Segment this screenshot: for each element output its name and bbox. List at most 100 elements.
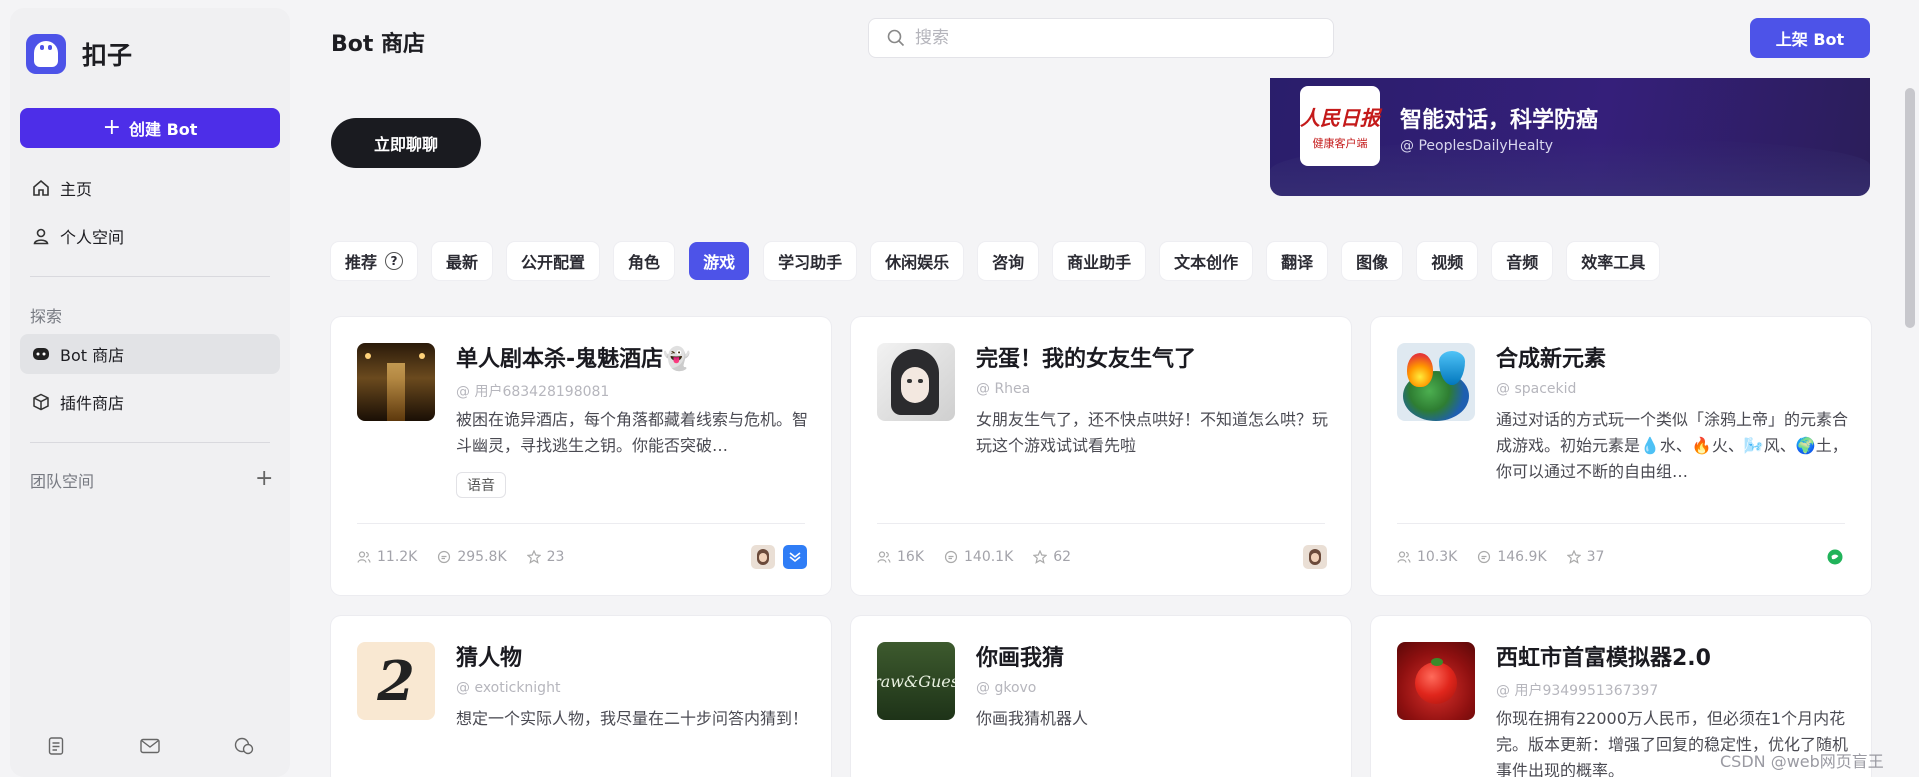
divider bbox=[1397, 523, 1845, 524]
chat-icon bbox=[944, 550, 958, 564]
tab-productivity[interactable]: 效率工具 bbox=[1567, 242, 1660, 280]
voice-tag: 语音 bbox=[456, 472, 506, 498]
banner-handle: @ PeoplesDailyHealty bbox=[1400, 138, 1554, 154]
bot-avatar bbox=[357, 343, 435, 421]
bot-channel-icons bbox=[1823, 545, 1847, 569]
tab-games[interactable]: 游戏 bbox=[689, 242, 750, 280]
stars-stat: 37 bbox=[1566, 549, 1604, 565]
bot-card[interactable]: 2 猜人物 @ exoticknight 想定一个实际人物，我尽量在二十步问答内… bbox=[331, 616, 831, 777]
bot-stats: 11.2K 295.8K 23 bbox=[357, 549, 564, 565]
scrollbar-thumb[interactable] bbox=[1905, 88, 1915, 328]
bot-title: 猜人物 bbox=[456, 646, 523, 671]
watermark: CSDN @web网页盲王 bbox=[1720, 752, 1884, 771]
coze-logo-icon bbox=[26, 34, 66, 74]
bot-author: @ exoticknight bbox=[456, 680, 561, 696]
star-icon bbox=[1566, 550, 1581, 564]
bot-description: 想定一个实际人物，我尽量在二十步问答内猜到！ bbox=[456, 709, 809, 728]
user-icon bbox=[33, 228, 49, 245]
bot-description: 通过对话的方式玩一个类似「涂鸦上帝」的元素合成游戏。初始元素是💧水、🔥火、🌬️风… bbox=[1496, 410, 1849, 481]
bot-author: @ gkovo bbox=[976, 680, 1037, 696]
page-scrollbar[interactable] bbox=[1900, 0, 1919, 777]
add-team-icon[interactable]: + bbox=[255, 466, 273, 491]
chats-stat: 146.9K bbox=[1477, 549, 1547, 565]
sidebar-item-home[interactable]: 主页 bbox=[20, 168, 280, 208]
tab-writing[interactable]: 文本创作 bbox=[1160, 242, 1253, 280]
logo[interactable]: 扣子 bbox=[26, 34, 132, 74]
users-icon bbox=[357, 551, 371, 563]
plus-icon: + bbox=[102, 115, 121, 140]
cube-icon bbox=[33, 393, 49, 411]
sidebar: 扣子 + 创建 Bot 主页 个人空间 探索 Bot 商店 插件商店 团队空间 … bbox=[10, 8, 290, 777]
sidebar-item-label: 个人空间 bbox=[60, 228, 125, 247]
search-box[interactable] bbox=[868, 18, 1334, 58]
users-stat: 11.2K bbox=[357, 549, 417, 565]
chats-stat: 140.1K bbox=[944, 549, 1013, 565]
divider bbox=[30, 442, 270, 443]
sidebar-item-label: 主页 bbox=[60, 180, 93, 199]
bot-stats: 10.3K 146.9K 37 bbox=[1397, 549, 1604, 565]
bot-author: @ 用户683428198081 bbox=[456, 384, 610, 400]
tab-business[interactable]: 商业助手 bbox=[1053, 242, 1146, 280]
bot-avatar bbox=[1397, 642, 1475, 720]
bot-author: @ Rhea bbox=[976, 381, 1031, 397]
tab-public-config[interactable]: 公开配置 bbox=[507, 242, 600, 280]
stars-stat: 23 bbox=[526, 549, 564, 565]
sidebar-item-label: 插件商店 bbox=[60, 394, 125, 413]
bot-title: 完蛋！我的女友生气了 bbox=[976, 347, 1197, 372]
bot-description: 女朋友生气了，还不快点哄好！不知道怎么哄？玩玩这个游戏试试看先啦 bbox=[976, 410, 1329, 455]
tab-translate[interactable]: 翻译 bbox=[1267, 242, 1328, 280]
search-icon bbox=[887, 29, 905, 47]
bot-card[interactable]: 单人剧本杀-鬼魅酒店👻 @ 用户683428198081 被困在诡异酒店，每个角… bbox=[331, 317, 831, 595]
divider bbox=[877, 523, 1325, 524]
tab-latest[interactable]: 最新 bbox=[432, 242, 493, 280]
sidebar-item-label: Bot 商店 bbox=[60, 346, 125, 365]
search-input[interactable] bbox=[915, 28, 1315, 48]
featured-banner[interactable]: 人民日报 健康客户端 智能对话，科学防癌 @ PeoplesDailyHealt… bbox=[1270, 78, 1870, 196]
bot-description: 被困在诡异酒店，每个角落都藏着线索与危机。智斗幽灵，寻找逃生之钥。你能否突破… bbox=[456, 410, 809, 455]
bot-avatar bbox=[1397, 343, 1475, 421]
tab-image[interactable]: 图像 bbox=[1342, 242, 1403, 280]
chat-bubble-icon[interactable] bbox=[232, 734, 256, 758]
star-icon bbox=[1033, 550, 1048, 564]
bot-avatar: 2 bbox=[357, 642, 435, 720]
tab-video[interactable]: 视频 bbox=[1417, 242, 1478, 280]
bot-title: 你画我猜 bbox=[976, 646, 1065, 671]
bot-title: 合成新元素 bbox=[1496, 347, 1607, 372]
bot-author: @ spacekid bbox=[1496, 381, 1577, 397]
publish-bot-button[interactable]: 上架 Bot bbox=[1750, 18, 1870, 58]
divider bbox=[357, 523, 805, 524]
creator-avatar-icon bbox=[751, 545, 775, 569]
tab-learning[interactable]: 学习助手 bbox=[764, 242, 857, 280]
home-icon bbox=[33, 179, 49, 196]
team-space-label: 团队空间 bbox=[30, 472, 95, 491]
sidebar-item-bot-store[interactable]: Bot 商店 bbox=[20, 334, 280, 374]
divider bbox=[30, 276, 270, 277]
bot-card[interactable]: 合成新元素 @ spacekid 通过对话的方式玩一个类似「涂鸦上帝」的元素合成… bbox=[1371, 317, 1871, 595]
bot-card[interactable]: raw&Gues 你画我猜 @ gkovo 你画我猜机器人 bbox=[851, 616, 1351, 777]
app-window: 扣子 + 创建 Bot 主页 个人空间 探索 Bot 商店 插件商店 团队空间 … bbox=[0, 0, 1919, 777]
chat-now-button[interactable]: 立即聊聊 bbox=[331, 118, 481, 168]
tab-role[interactable]: 角色 bbox=[614, 242, 675, 280]
bot-channel-icons bbox=[1303, 545, 1327, 569]
stars-stat: 62 bbox=[1033, 549, 1071, 565]
mail-icon[interactable] bbox=[138, 734, 162, 758]
sidebar-item-personal[interactable]: 个人空间 bbox=[20, 216, 280, 256]
bot-author: @ 用户9349951367397 bbox=[1496, 683, 1659, 699]
bot-description: 你画我猜机器人 bbox=[976, 709, 1089, 728]
bot-title: 西虹市首富模拟器2.0 bbox=[1496, 646, 1711, 671]
bot-avatar: raw&Gues bbox=[877, 642, 955, 720]
bot-title: 单人剧本杀-鬼魅酒店👻 bbox=[456, 347, 691, 372]
create-bot-label: 创建 Bot bbox=[129, 120, 198, 139]
tab-consult[interactable]: 咨询 bbox=[978, 242, 1039, 280]
bot-channel-icons bbox=[751, 545, 807, 569]
feishu-channel-icon bbox=[783, 545, 807, 569]
help-icon[interactable]: ? bbox=[385, 252, 404, 270]
bot-card[interactable]: 完蛋！我的女友生气了 @ Rhea 女朋友生气了，还不快点哄好！不知道怎么哄？玩… bbox=[851, 317, 1351, 595]
tab-audio[interactable]: 音频 bbox=[1492, 242, 1553, 280]
sidebar-item-plugin-store[interactable]: 插件商店 bbox=[20, 382, 280, 422]
document-icon[interactable] bbox=[44, 734, 68, 758]
create-bot-button[interactable]: + 创建 Bot bbox=[20, 108, 280, 148]
tab-recommend[interactable]: 推荐 ? bbox=[331, 242, 418, 280]
tab-leisure[interactable]: 休闲娱乐 bbox=[871, 242, 964, 280]
bot-stats: 16K 140.1K 62 bbox=[877, 549, 1071, 565]
